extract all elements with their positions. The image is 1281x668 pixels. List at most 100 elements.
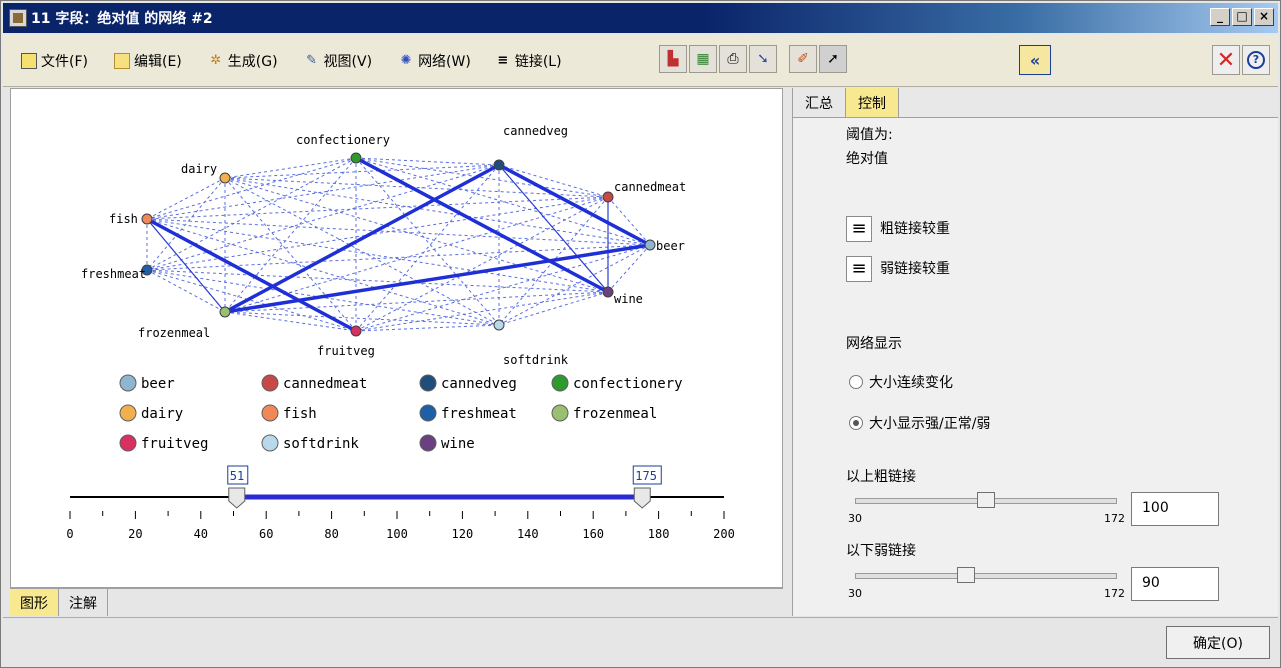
help-icon[interactable]: ? xyxy=(1242,45,1270,75)
light-links-button[interactable]: ≡ xyxy=(846,256,872,282)
weak-link xyxy=(224,157,357,179)
network-icon: ✺ xyxy=(400,52,412,68)
print-icon[interactable]: ⎙ xyxy=(719,45,747,73)
strong-above-label: 以上粗链接 xyxy=(846,469,916,485)
menu-network[interactable]: ✺ 网络(W) xyxy=(398,51,471,71)
node-cannedmeat xyxy=(602,191,614,203)
range-tick-label: 140 xyxy=(517,527,539,541)
app-icon xyxy=(9,9,27,27)
range-low-thumb xyxy=(228,487,246,509)
minimize-button[interactable]: _ xyxy=(1210,8,1230,26)
strong-slider-thumb[interactable] xyxy=(977,492,995,508)
range-tick-label: 60 xyxy=(259,527,273,541)
node-fish xyxy=(141,213,153,225)
edit-mode-group: ✐ ➚ xyxy=(787,45,847,73)
range-low-label: 51 xyxy=(230,469,244,483)
weak-link xyxy=(146,269,226,313)
legend-swatch-fruitveg xyxy=(119,434,137,452)
node-softdrink xyxy=(493,319,505,331)
weak-value-input[interactable]: 90 xyxy=(1131,567,1219,601)
tab-annotation[interactable]: 注解 xyxy=(59,589,108,616)
heavy-lines-icon: ≡ xyxy=(851,218,867,239)
menu-file-label: 文件(F) xyxy=(41,53,88,70)
legend-swatch-cannedmeat xyxy=(261,374,279,392)
node-label-wine: wine xyxy=(614,292,643,306)
node-frozenmeal xyxy=(219,306,231,318)
weak-slider-thumb[interactable] xyxy=(957,567,975,583)
radio-strength-dot xyxy=(849,416,863,430)
range-tick-label: 100 xyxy=(386,527,408,541)
collapse-panel-icon[interactable]: « xyxy=(1019,45,1051,75)
file-icon xyxy=(21,52,37,69)
menu-bar: 文件(F) 编辑(E) ✲ 生成(G) ✎ 视图(V) ✺ 网络(W) ≡ 链接… xyxy=(3,35,1278,87)
range-high-label: 175 xyxy=(635,469,657,483)
display-label: 网络显示 xyxy=(846,336,902,352)
medium-link xyxy=(498,164,609,293)
legend-label-softdrink: softdrink xyxy=(283,436,359,452)
node-label-cannedmeat: cannedmeat xyxy=(614,180,686,194)
medium-link xyxy=(146,218,226,313)
radio-continuous[interactable]: 大小连续变化 xyxy=(849,372,953,392)
range-tick-label: 180 xyxy=(648,527,670,541)
node-label-freshmeat: freshmeat xyxy=(81,267,146,281)
weak-link xyxy=(146,177,226,220)
strong-links xyxy=(146,156,651,333)
node-label-frozenmeal: frozenmeal xyxy=(138,326,210,340)
chart-icon[interactable]: ▙ xyxy=(659,45,687,73)
ok-button[interactable]: 确定(O) xyxy=(1166,626,1270,659)
table-icon[interactable]: ▦ xyxy=(689,45,717,73)
weak-link xyxy=(146,196,609,220)
tab-controls[interactable]: 控制 xyxy=(846,88,899,117)
range-tick-label: 0 xyxy=(66,527,73,541)
edit-icon xyxy=(113,52,130,69)
strong-max: 172 xyxy=(1104,512,1125,525)
threshold-label: 阈值为: xyxy=(846,127,893,143)
strong-link xyxy=(498,163,651,247)
menu-view[interactable]: ✎ 视图(V) xyxy=(304,51,373,71)
tab-graph[interactable]: 图形 xyxy=(10,589,59,616)
node-dairy xyxy=(219,172,231,184)
network-graph[interactable]: confectionery cannedveg dairy cannedmeat fis… xyxy=(11,89,782,587)
legend-label-cannedmeat: cannedmeat xyxy=(283,376,367,392)
export-icon[interactable]: ➘ xyxy=(749,45,777,73)
title-bar[interactable]: 11 字段：绝对值 的网络 #2 _ □ × xyxy=(3,3,1278,33)
window-close-button[interactable]: × xyxy=(1254,8,1274,26)
light-lines-icon: ≡ xyxy=(851,258,867,279)
generate-icon: ✲ xyxy=(210,52,222,68)
menu-file[interactable]: 文件(F) xyxy=(21,51,88,71)
weak-slider-track[interactable] xyxy=(855,573,1117,579)
legend-swatch-frozenmeal xyxy=(551,404,569,422)
pointer-icon[interactable]: ➚ xyxy=(819,45,847,73)
node-label-fruitveg: fruitveg xyxy=(317,344,375,358)
brush-icon[interactable]: ✐ xyxy=(789,45,817,73)
menu-edit[interactable]: 编辑(E) xyxy=(113,51,182,71)
legend-label-cannedveg: cannedveg xyxy=(441,376,517,392)
maximize-button[interactable]: □ xyxy=(1232,8,1252,26)
legend-label-frozenmeal: frozenmeal xyxy=(573,406,657,422)
strong-value-input[interactable]: 100 xyxy=(1131,492,1219,526)
menu-network-label: 网络(W) xyxy=(418,53,471,70)
menu-links[interactable]: ≡ 链接(L) xyxy=(495,51,561,71)
weak-link xyxy=(146,218,651,246)
heavy-links-button[interactable]: ≡ xyxy=(846,216,872,242)
light-links-label: 弱链接较重 xyxy=(880,261,950,277)
close-icon[interactable]: ✕ xyxy=(1212,45,1240,75)
weak-link xyxy=(355,157,500,326)
node-label-fish: fish xyxy=(109,212,138,226)
range-tick-label: 120 xyxy=(452,527,474,541)
legend-swatch-fish xyxy=(261,404,279,422)
legend-label-freshmeat: freshmeat xyxy=(441,406,517,422)
panel-splitter[interactable] xyxy=(783,88,792,616)
legend-label-confectionery: confectionery xyxy=(573,376,683,392)
menu-view-label: 视图(V) xyxy=(323,53,373,70)
node-beer xyxy=(644,239,656,251)
links-icon: ≡ xyxy=(497,52,509,68)
weak-links xyxy=(146,157,651,332)
range-tick-label: 160 xyxy=(582,527,604,541)
menu-generate[interactable]: ✲ 生成(G) xyxy=(208,51,277,71)
radio-strength[interactable]: 大小显示强/正常/弱 xyxy=(849,413,990,433)
tab-summary[interactable]: 汇总 xyxy=(793,88,846,117)
range-slider[interactable]: 0 20 40 60 80 100 120 140 160 180 200 51 175 xyxy=(66,465,735,541)
strong-min: 30 xyxy=(848,512,862,525)
radio-continuous-label: 大小连续变化 xyxy=(869,375,953,391)
